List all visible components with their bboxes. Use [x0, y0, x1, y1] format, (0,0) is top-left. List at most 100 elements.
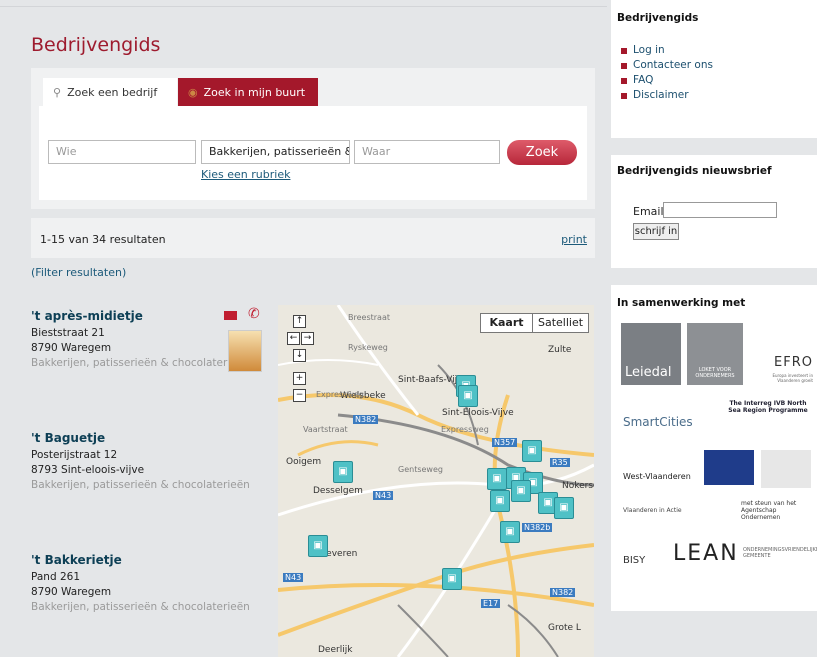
lean-logo: LEAN: [673, 541, 739, 566]
listing-thumbnail[interactable]: [228, 330, 262, 372]
where-input[interactable]: Waar: [354, 140, 500, 164]
category-input[interactable]: Bakkerijen, patisserieën & c: [201, 140, 350, 164]
mail-icon[interactable]: [224, 311, 237, 320]
sidebar-nav: Bedrijvengids Log in Contacteer ons FAQ …: [611, 0, 817, 138]
map-pin-icon[interactable]: ▣: [458, 385, 478, 407]
map-label: Expressweg: [316, 390, 364, 399]
west-vlaanderen-logo: West-Vlaanderen: [623, 472, 691, 481]
zoom-in-icon[interactable]: +: [293, 372, 306, 385]
zoom-out-icon[interactable]: −: [293, 389, 306, 402]
main-content: Bedrijvengids ⚲ Zoek een bedrijf ◉ Zoek …: [0, 0, 607, 657]
map-label: Sint-Eloois-Vijve: [442, 408, 514, 418]
results-bar: 1-15 van 34 resultaten print: [31, 218, 595, 258]
results-count: 1-15 van 34 resultaten: [40, 233, 166, 246]
map-type-satellite-button[interactable]: Satelliet: [532, 313, 589, 333]
map-pin-icon[interactable]: ▣: [554, 497, 574, 519]
newsletter-heading: Bedrijvengids nieuwsbrief: [617, 165, 772, 177]
map-label: Nokerse: [562, 481, 594, 491]
map-pin-icon[interactable]: ▣: [522, 440, 542, 462]
map-label: Desselgem: [313, 486, 363, 496]
lean-tagline: ONDERNEMINGSVRIENDELIJKE GEMEENTE: [743, 547, 817, 559]
leiedal-logo: Leiedal: [621, 323, 681, 385]
map-pin-icon[interactable]: ▣: [511, 480, 531, 502]
efro-tagline: Europa investeert in Vlaanderen groeit: [772, 373, 813, 383]
search-button[interactable]: Zoek: [507, 140, 577, 165]
vlaanderen-in-actie-logo: Vlaanderen in Actie: [623, 507, 682, 514]
listing-street: Pand 261: [31, 571, 80, 583]
phone-icon[interactable]: ✆: [248, 306, 260, 322]
smartcities-logo: SmartCities: [623, 415, 693, 429]
choose-category-link[interactable]: Kies een rubriek: [201, 168, 290, 181]
eu-flag-icon: [704, 450, 754, 485]
map-pin-icon[interactable]: ▣: [442, 568, 462, 590]
subscribe-button[interactable]: schrijf in: [633, 223, 679, 240]
tab-search-company[interactable]: ⚲ Zoek een bedrijf: [43, 78, 177, 106]
partners-heading: In samenwerking met: [617, 297, 746, 309]
pan-right-icon[interactable]: →: [301, 332, 314, 345]
listing-category: Bakkerijen, patisserieën & chocolaterieë…: [31, 601, 250, 613]
road-label: R35: [550, 458, 570, 467]
map-label: Gentseweg: [398, 465, 443, 474]
search-icon: ⚲: [53, 85, 62, 99]
tab-search-nearby[interactable]: ◉ Zoek in mijn buurt: [178, 78, 318, 106]
province-crest-icon: [761, 450, 811, 488]
listing-category: Bakkerijen, patisserieën & chocolaterieë…: [31, 479, 250, 491]
map-type-map-button[interactable]: Kaart: [480, 313, 533, 333]
loket-logo: LOKET VOOR ONDERNEMERS: [687, 323, 743, 385]
map-roads: [278, 305, 594, 657]
list-item: 't Bakkerietje Pand 261 8790 Waregem Bak…: [31, 553, 271, 615]
map-label: Breestraat: [348, 313, 390, 322]
newsletter-panel: Bedrijvengids nieuwsbrief Email schrijf …: [611, 155, 817, 268]
listing-city: 8790 Waregem: [31, 586, 112, 598]
road-label: N43: [373, 491, 394, 500]
interreg-logo: The Interreg IVB North Sea Region Progra…: [728, 400, 808, 414]
bisy-logo: BISY: [623, 555, 646, 566]
listing-name[interactable]: 't Bakkerietje: [31, 553, 271, 567]
listing-street: Posterijstraat 12: [31, 449, 118, 461]
map-pin-icon[interactable]: ▣: [308, 535, 328, 557]
menu-item-disclaimer[interactable]: Disclaimer: [611, 88, 713, 103]
menu-item-faq[interactable]: FAQ: [611, 73, 713, 88]
email-field[interactable]: [663, 202, 777, 218]
agentschap-ondernemen-logo: met steun van het Agentschap Ondernemen: [741, 500, 797, 521]
tab-search-company-label: Zoek een bedrijf: [67, 85, 158, 99]
map-pin-icon[interactable]: ▣: [490, 490, 510, 512]
map-label: Deerlijk: [318, 645, 353, 655]
road-label: N357: [492, 438, 518, 447]
search-form: Wie Bakkerijen, patisserieën & c Waar Zo…: [39, 106, 587, 200]
map-label: Ooigem: [286, 457, 322, 467]
map-pin-icon[interactable]: ▣: [333, 461, 353, 483]
pan-down-icon[interactable]: ↓: [293, 349, 306, 362]
tab-search-nearby-label: Zoek in mijn buurt: [203, 85, 306, 99]
map-pin-icon[interactable]: ▣: [487, 468, 507, 490]
sidebar-heading: Bedrijvengids: [617, 12, 699, 24]
filter-results-link[interactable]: (Filter resultaten): [31, 266, 126, 279]
list-item: 't Baguetje Posterijstraat 12 8793 Sint-…: [31, 431, 271, 493]
map-label: Zulte: [548, 345, 572, 355]
print-link[interactable]: print: [561, 233, 587, 246]
who-input[interactable]: Wie: [48, 140, 196, 164]
menu-item-login[interactable]: Log in: [611, 43, 713, 58]
listing-name[interactable]: 't Baguetje: [31, 431, 271, 445]
top-divider: [0, 6, 607, 7]
results-map[interactable]: Kaart Satelliet ↑ ← → ↓ + − Zulte Sint-B…: [278, 305, 594, 657]
map-pin-icon[interactable]: ▣: [500, 521, 520, 543]
pan-left-icon[interactable]: ←: [287, 332, 300, 345]
menu-item-contact[interactable]: Contacteer ons: [611, 58, 713, 73]
road-label: N382: [353, 415, 379, 424]
road-label: N382b: [522, 523, 553, 532]
map-label: Expressweg: [441, 425, 489, 434]
road-label: E17: [481, 599, 501, 608]
search-panel: ⚲ Zoek een bedrijf ◉ Zoek in mijn buurt …: [31, 68, 595, 209]
map-label: Grote L: [548, 623, 581, 633]
road-label: N382: [550, 588, 576, 597]
map-label: Vaartstraat: [303, 425, 348, 434]
page-title: Bedrijvengids: [31, 34, 161, 56]
listing-city: 8793 Sint-eloois-vijve: [31, 464, 145, 476]
pan-up-icon[interactable]: ↑: [293, 315, 306, 328]
location-icon: ◉: [188, 85, 198, 99]
partners-panel: In samenwerking met Leiedal LOKET VOOR O…: [611, 285, 817, 611]
road-label: N43: [283, 573, 304, 582]
map-label: Ryskeweg: [348, 343, 388, 352]
email-label: Email: [633, 205, 664, 218]
